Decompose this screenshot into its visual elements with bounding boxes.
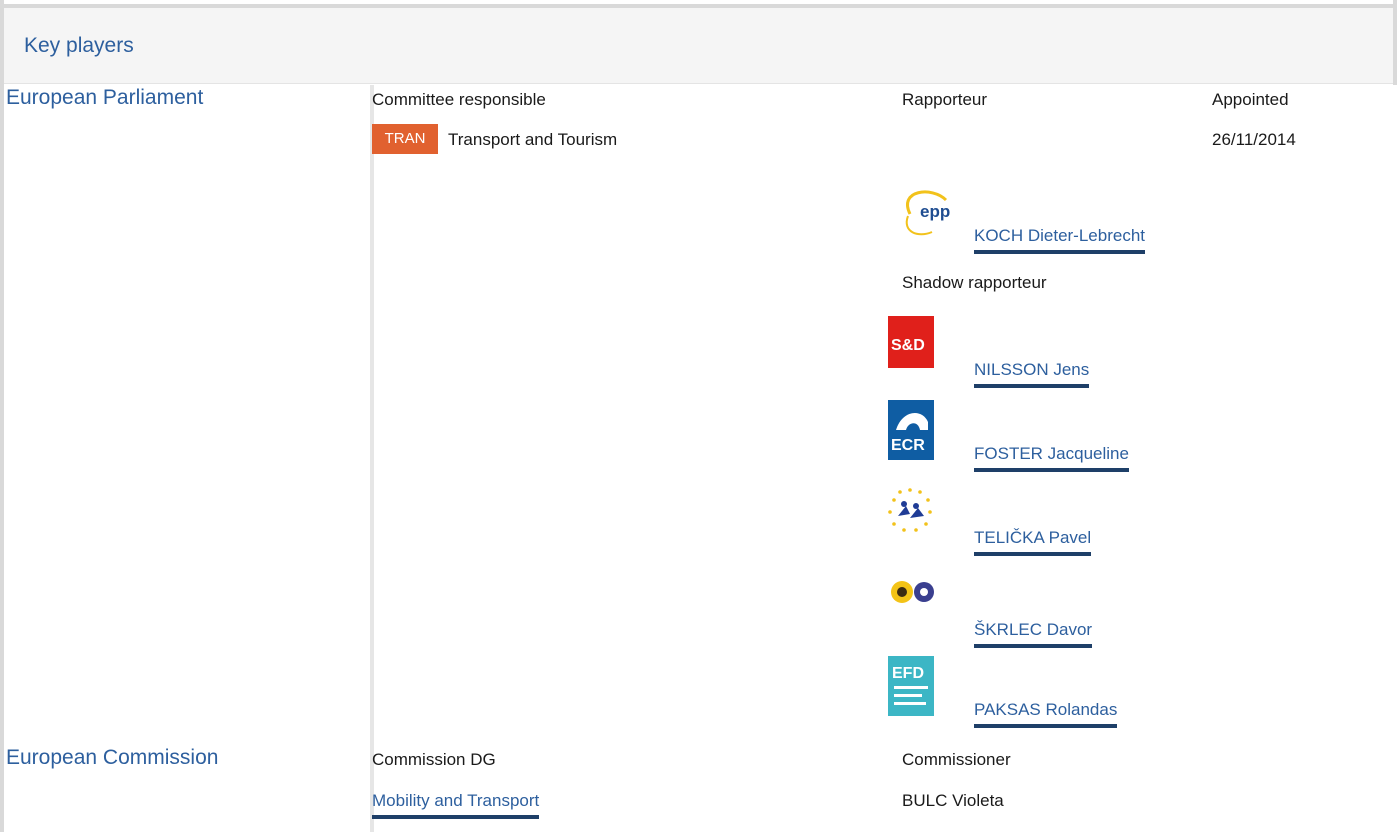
committee-name: Transport and Tourism bbox=[448, 130, 618, 149]
commission-dg-link[interactable]: Mobility and Transport bbox=[372, 791, 540, 819]
key-players-title: Key players bbox=[24, 34, 134, 57]
shadow-link-paksas[interactable]: PAKSAS Rolandas bbox=[974, 700, 1118, 728]
shadow-rapporteur-label: Shadow rapporteur bbox=[902, 273, 1047, 292]
sd-logo-text: S&D bbox=[891, 337, 925, 354]
efdd-logo-icon: EFD bbox=[888, 656, 934, 716]
rapporteur-label: Rapporteur bbox=[902, 90, 988, 109]
sd-logo-icon: S&D bbox=[888, 316, 934, 368]
section-title-parliament: European Parliament bbox=[6, 86, 204, 109]
section-title-commission: European Commission bbox=[6, 746, 219, 769]
details-column bbox=[370, 85, 1397, 832]
commissioner-label: Commissioner bbox=[902, 750, 1011, 769]
appointed-label: Appointed bbox=[1212, 90, 1289, 109]
epp-logo-icon: epp bbox=[905, 190, 950, 236]
efdd-logo-text: EFD bbox=[892, 665, 924, 682]
epp-logo-text: epp bbox=[920, 202, 950, 221]
committee-badge: TRAN bbox=[372, 124, 438, 154]
shadow-link-nilsson[interactable]: NILSSON Jens bbox=[974, 360, 1090, 388]
appointed-date: 26/11/2014 bbox=[1212, 130, 1296, 149]
left-column bbox=[4, 85, 370, 832]
shadow-link-telicka[interactable]: TELIČKA Pavel bbox=[974, 528, 1092, 556]
commissioner-name: BULC Violeta bbox=[902, 791, 1004, 810]
shadow-link-skrlec[interactable]: ŠKRLEC Davor bbox=[974, 620, 1093, 648]
ecr-logo-icon: ECR bbox=[888, 400, 934, 460]
greens-efa-logo-icon bbox=[891, 581, 934, 603]
key-players-header: Key players bbox=[4, 4, 1393, 84]
alde-logo-icon bbox=[888, 488, 932, 532]
committee-responsible-label: Committee responsible bbox=[372, 90, 546, 109]
shadow-link-foster[interactable]: FOSTER Jacqueline bbox=[974, 444, 1129, 472]
rapporteur-link[interactable]: KOCH Dieter-Lebrecht bbox=[974, 226, 1146, 254]
ecr-logo-text: ECR bbox=[891, 437, 925, 454]
commission-dg-label: Commission DG bbox=[372, 750, 496, 769]
